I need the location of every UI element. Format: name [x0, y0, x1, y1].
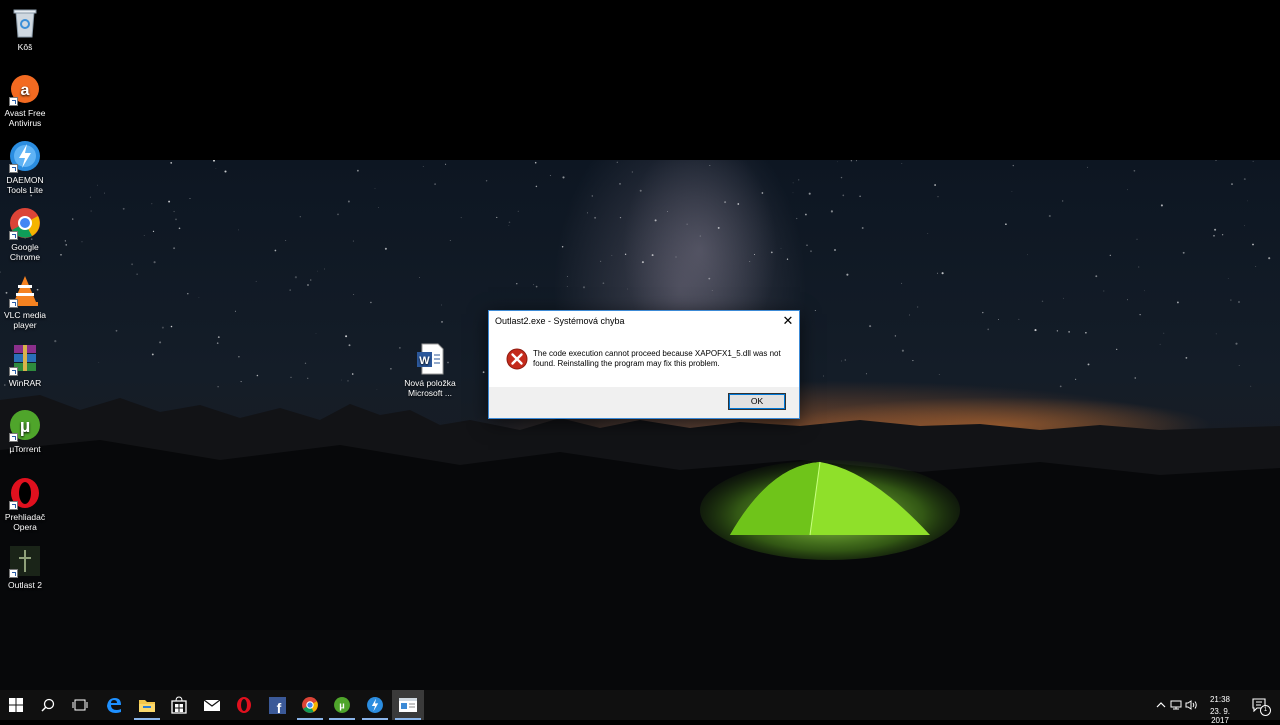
- desktop-icon-winrar[interactable]: WinRAR: [0, 342, 53, 388]
- facebook-icon: f: [268, 696, 286, 714]
- desktop-icon-label: DAEMON Tools Lite: [6, 175, 44, 195]
- action-center-button[interactable]: 1: [1248, 690, 1271, 720]
- taskbar-facebook[interactable]: f: [261, 690, 293, 720]
- recycle-bin-icon: [8, 6, 42, 40]
- mail-icon: [203, 699, 221, 711]
- desktop-icon-label: Outlast 2: [7, 580, 43, 590]
- notification-count-badge: 1: [1260, 705, 1271, 716]
- chevron-up-icon: [1156, 702, 1166, 708]
- close-icon: ✕: [782, 313, 794, 328]
- chrome-icon: [8, 206, 42, 240]
- desktop-icon-label: Avast Free Antivirus: [4, 108, 46, 128]
- daemon-tools-icon: [367, 697, 383, 713]
- daemon-tools-icon: [8, 139, 42, 173]
- clock-date[interactable]: 23. 9. 2017: [1200, 707, 1240, 725]
- taskbar-chrome[interactable]: [294, 690, 326, 720]
- opera-icon: [8, 476, 42, 510]
- taskbar-error-window[interactable]: [392, 690, 424, 720]
- taskbar-store[interactable]: [163, 690, 195, 720]
- shortcut-arrow-icon: [9, 569, 18, 578]
- start-button[interactable]: [0, 690, 32, 720]
- shortcut-arrow-icon: [9, 299, 18, 308]
- desktop-icon-avast[interactable]: a Avast Free Antivirus: [0, 72, 53, 128]
- error-dialog: Outlast2.exe - Systémová chyba ✕ The cod…: [488, 310, 800, 419]
- taskbar-edge[interactable]: [98, 690, 130, 720]
- utorrent-icon: µ: [8, 408, 42, 442]
- desktop-icon-recycle-bin[interactable]: Kôš: [0, 6, 53, 52]
- word-document-icon: W: [413, 342, 447, 376]
- desktop-icon-label: Kôš: [17, 42, 33, 52]
- taskbar-utorrent[interactable]: µ: [326, 690, 358, 720]
- edge-icon: [107, 698, 121, 713]
- task-view-button[interactable]: [64, 690, 96, 720]
- shortcut-arrow-icon: [9, 97, 18, 106]
- dialog-body: The code execution cannot proceed becaus…: [489, 335, 799, 387]
- chrome-icon: [302, 697, 318, 713]
- svg-text:a: a: [21, 82, 30, 99]
- shortcut-arrow-icon: [9, 231, 18, 240]
- desktop-icon-label: µTorrent: [9, 444, 41, 454]
- error-message: The code execution cannot proceed becaus…: [533, 349, 781, 368]
- desktop-icon-chrome[interactable]: Google Chrome: [0, 206, 53, 262]
- start-icon: [9, 698, 23, 712]
- taskbar-mail[interactable]: [196, 690, 228, 720]
- desktop-icon-label: Google Chrome: [9, 242, 41, 262]
- error-icon: [506, 348, 528, 370]
- clock-time[interactable]: 21:38: [1200, 695, 1240, 704]
- show-hidden-icons-button[interactable]: [1154, 690, 1168, 720]
- svg-text:f: f: [276, 700, 281, 714]
- outlast-icon: [8, 544, 42, 578]
- volume-icon: [1185, 700, 1197, 710]
- taskbar-file-explorer[interactable]: [131, 690, 163, 720]
- svg-text:µ: µ: [20, 416, 30, 436]
- network-icon: [1170, 700, 1182, 710]
- file-explorer-icon: [139, 700, 155, 712]
- shortcut-arrow-icon: [9, 164, 18, 173]
- shortcut-arrow-icon: [9, 501, 18, 510]
- utorrent-icon: µ: [334, 697, 350, 713]
- desktop-icon-label: Nová položka Microsoft ...: [404, 378, 456, 398]
- desktop-icon-label: WinRAR: [8, 378, 42, 388]
- avast-icon: a: [8, 72, 42, 106]
- svg-text:W: W: [419, 355, 430, 367]
- desktop-icon-outlast-2[interactable]: Outlast 2: [0, 544, 53, 590]
- ok-button[interactable]: OK: [728, 393, 786, 410]
- search-icon: [41, 698, 55, 712]
- network-button[interactable]: [1169, 690, 1183, 720]
- close-button[interactable]: ✕: [777, 311, 799, 331]
- volume-button[interactable]: [1184, 690, 1198, 720]
- opera-icon: [237, 697, 251, 713]
- vlc-icon: [8, 274, 42, 308]
- taskbar: f µ 21:38 23. 9. 2017 1: [0, 690, 1280, 725]
- desktop-icon-vlc[interactable]: VLC media player: [0, 274, 53, 330]
- error-window-icon: [399, 698, 417, 712]
- search-button[interactable]: [32, 690, 64, 720]
- dialog-title: Outlast2.exe - Systémová chyba: [495, 316, 625, 326]
- taskbar-daemon-tools[interactable]: [359, 690, 391, 720]
- dialog-footer: OK: [489, 387, 799, 418]
- desktop-icon-label: VLC media player: [3, 310, 47, 330]
- desktop-icon-opera[interactable]: Prehliadač Opera: [0, 476, 53, 532]
- desktop-icon-utorrent[interactable]: µ µTorrent: [0, 408, 53, 454]
- desktop-icon-daemon-tools[interactable]: DAEMON Tools Lite: [0, 139, 53, 195]
- store-icon: [171, 696, 187, 714]
- winrar-icon: [8, 342, 42, 376]
- svg-text:µ: µ: [339, 701, 344, 712]
- taskbar-opera[interactable]: [228, 690, 260, 720]
- desktop-icon-word-document[interactable]: W Nová položka Microsoft ...: [400, 342, 460, 398]
- desktop-icon-label: Prehliadač Opera: [4, 512, 46, 532]
- mountains-silhouette: [0, 395, 1280, 690]
- shortcut-arrow-icon: [9, 433, 18, 442]
- glowing-tent: [700, 460, 960, 560]
- task-view-icon: [72, 699, 88, 711]
- shortcut-arrow-icon: [9, 367, 18, 376]
